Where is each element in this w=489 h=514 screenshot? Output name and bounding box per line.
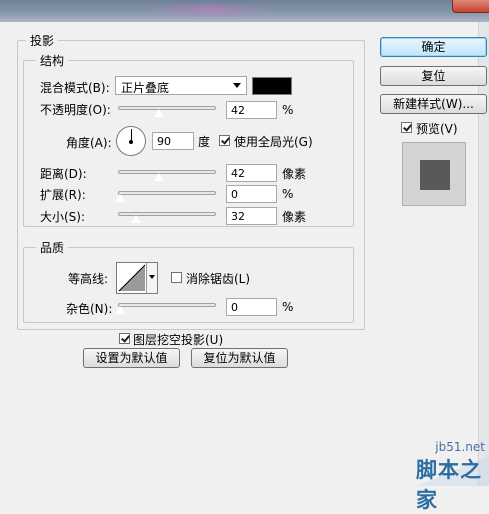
opacity-unit: % <box>282 103 294 117</box>
watermark: jb51.net 脚本之家 <box>416 440 489 512</box>
preview-label: 预览(V) <box>416 122 458 136</box>
spread-slider-thumb[interactable] <box>114 193 126 203</box>
knockout-label: 图层挖空投影(U) <box>133 333 224 347</box>
distance-slider[interactable] <box>118 170 216 174</box>
contour-picker[interactable] <box>116 262 158 294</box>
watermark-url: jb51.net <box>435 440 485 454</box>
size-label: 大小(S): <box>40 210 86 224</box>
noise-label: 杂色(N): <box>66 302 113 316</box>
blend-mode-select[interactable]: 正片叠底 <box>115 76 247 95</box>
opacity-slider-thumb[interactable] <box>153 108 165 118</box>
opacity-value: 42 <box>231 104 245 117</box>
title-bar <box>0 0 489 22</box>
blend-mode-label: 混合模式(B): <box>40 81 110 95</box>
angle-unit: 度 <box>198 135 211 149</box>
size-input[interactable]: 32 <box>226 207 277 225</box>
new-style-button[interactable]: 新建样式(W)... <box>380 94 487 114</box>
size-unit: 像素 <box>282 210 307 224</box>
angle-center-dot <box>129 140 133 144</box>
spread-label: 扩展(R): <box>40 188 86 202</box>
distance-unit: 像素 <box>282 167 307 181</box>
distance-value: 42 <box>231 167 245 180</box>
angle-value: 90 <box>157 135 171 148</box>
contour-label: 等高线: <box>68 272 109 286</box>
angle-dial[interactable] <box>116 126 146 156</box>
close-button[interactable] <box>452 0 489 13</box>
preview-checkbox[interactable] <box>401 122 412 133</box>
opacity-input[interactable]: 42 <box>226 101 277 119</box>
distance-input[interactable]: 42 <box>226 164 277 182</box>
watermark-text: 脚本之家 <box>416 458 482 512</box>
ok-button[interactable]: 确定 <box>380 37 487 57</box>
distance-slider-thumb[interactable] <box>153 172 165 182</box>
noise-slider-thumb[interactable] <box>114 305 126 315</box>
blend-mode-value: 正片叠底 <box>121 81 170 95</box>
distance-label: 距离(D): <box>40 167 87 181</box>
window-edge <box>478 22 489 486</box>
noise-unit: % <box>282 300 294 314</box>
spread-input[interactable]: 0 <box>226 185 277 203</box>
spread-unit: % <box>282 187 294 201</box>
reset-button[interactable]: 复位 <box>380 66 487 86</box>
contour-curve-icon <box>118 264 146 292</box>
structure-title: 结构 <box>36 52 69 69</box>
noise-slider[interactable] <box>118 303 216 307</box>
quality-title: 品质 <box>36 239 69 256</box>
knockout-checkbox[interactable] <box>119 333 130 344</box>
noise-input[interactable]: 0 <box>226 298 277 316</box>
use-global-light-checkbox[interactable] <box>219 135 230 146</box>
opacity-slider[interactable] <box>118 106 216 110</box>
size-slider-thumb[interactable] <box>130 214 142 224</box>
shadow-color-swatch[interactable] <box>252 77 292 95</box>
anti-aliased-label: 消除锯齿(L) <box>186 272 251 286</box>
chevron-down-icon <box>233 83 241 88</box>
use-global-light-label: 使用全局光(G) <box>234 135 313 149</box>
size-value: 32 <box>231 210 245 223</box>
anti-aliased-checkbox[interactable] <box>171 272 182 283</box>
make-default-button[interactable]: 设置为默认值 <box>83 348 180 368</box>
drop-shadow-title: 投影 <box>26 32 59 49</box>
reset-default-button[interactable]: 复位为默认值 <box>191 348 288 368</box>
preview-swatch <box>420 160 450 190</box>
angle-input[interactable]: 90 <box>152 132 194 150</box>
chevron-down-icon[interactable] <box>146 263 157 293</box>
spread-slider[interactable] <box>118 191 216 195</box>
spread-value: 0 <box>231 188 238 201</box>
opacity-label: 不透明度(O): <box>40 103 111 117</box>
style-preview <box>402 142 466 206</box>
noise-value: 0 <box>231 301 238 314</box>
angle-label: 角度(A): <box>66 136 112 150</box>
